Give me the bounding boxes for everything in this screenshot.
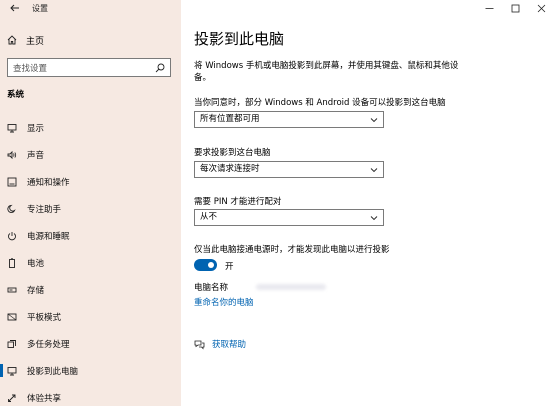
pc-name-value-blurred — [256, 284, 326, 290]
sidebar-item-label: 平板模式 — [27, 312, 62, 323]
sidebar-item-project-to-pc[interactable]: 投影到此电脑 — [0, 357, 181, 384]
sidebar-item-label: 体验共享 — [27, 393, 62, 404]
sound-icon — [7, 150, 17, 159]
chevron-down-icon — [370, 168, 378, 173]
sidebar-item-label: 存储 — [27, 285, 45, 296]
request-value: 每次请求连接时 — [200, 164, 260, 174]
get-help-label: 获取帮助 — [212, 340, 247, 350]
home-link[interactable]: 主页 — [7, 32, 44, 48]
setting-availability-label: 当你同意时，部分 Windows 和 Android 设备可以投影到这台电脑 — [194, 98, 446, 108]
sidebar-item-power[interactable]: 电源和睡眠 — [0, 222, 181, 249]
battery-icon — [9, 257, 15, 268]
setting-request-label: 要求投影到这台电脑 — [194, 148, 271, 158]
sidebar-item-label: 专注助手 — [27, 204, 62, 215]
close-button[interactable] — [528, 0, 554, 16]
toggle-knob — [208, 262, 214, 268]
shared-experience-icon — [8, 394, 16, 402]
rename-pc-link[interactable]: 重命名你的电脑 — [194, 296, 254, 308]
page-description: 将 Windows 手机或电脑投影到此屏幕，并使用其键盘、鼠标和其他设备。 — [194, 61, 459, 83]
minimize-icon — [485, 7, 493, 9]
sidebar-item-label: 电池 — [27, 258, 45, 269]
sidebar-item-display[interactable]: 显示 — [0, 114, 181, 141]
sidebar-item-label: 显示 — [27, 123, 45, 134]
notification-icon — [7, 177, 17, 186]
toggle-state-label: 开 — [225, 262, 234, 272]
setting-pin-label: 需要 PIN 才能进行配对 — [194, 197, 282, 207]
help-chat-icon — [194, 340, 205, 349]
sidebar-nav: 显示 声音 通知和操作 专注助手 电源和睡眠 电池 存储 平板模式 多任务处理 … — [0, 114, 181, 406]
power-icon — [8, 231, 16, 240]
home-icon — [7, 35, 17, 45]
maximize-icon — [511, 4, 519, 12]
minimize-button[interactable] — [476, 0, 502, 16]
setting-power-only-label: 仅当此电脑接通电源时，才能发现此电脑以进行投影 — [194, 245, 390, 255]
sidebar-item-focus-assist[interactable]: 专注助手 — [0, 195, 181, 222]
display-icon — [7, 123, 17, 132]
sidebar-item-label: 声音 — [27, 150, 45, 161]
pin-dropdown[interactable]: 从不 — [194, 209, 384, 226]
sidebar: 设置 主页 查找设置 系统 显示 声音 通知和操作 专注助手 电源和睡眠 电池 … — [0, 0, 181, 406]
back-arrow-icon[interactable] — [9, 2, 21, 14]
chevron-down-icon — [370, 118, 378, 123]
search-placeholder: 查找设置 — [13, 64, 48, 74]
sidebar-item-multitasking[interactable]: 多任务处理 — [0, 330, 181, 357]
page-title: 投影到此电脑 — [194, 30, 285, 48]
pc-name-label: 电脑名称 — [194, 283, 229, 293]
sidebar-item-shared-experiences[interactable]: 体验共享 — [0, 384, 181, 406]
sidebar-item-notifications[interactable]: 通知和操作 — [0, 168, 181, 195]
get-help-link[interactable]: 获取帮助 — [194, 338, 246, 350]
search-icon[interactable] — [155, 63, 165, 73]
sidebar-item-storage[interactable]: 存储 — [0, 276, 181, 303]
availability-value: 所有位置都可用 — [200, 114, 260, 124]
pin-value: 从不 — [200, 212, 218, 222]
maximize-button[interactable] — [502, 0, 528, 16]
search-input[interactable]: 查找设置 — [7, 58, 171, 77]
window-title: 设置 — [32, 4, 48, 13]
sidebar-item-label: 投影到此电脑 — [27, 366, 79, 377]
request-dropdown[interactable]: 每次请求连接时 — [194, 161, 384, 178]
sidebar-item-label: 通知和操作 — [27, 177, 70, 188]
project-icon — [7, 366, 17, 375]
close-icon — [537, 4, 545, 12]
multitask-icon — [7, 339, 16, 348]
tablet-icon — [7, 313, 17, 320]
home-label: 主页 — [26, 36, 45, 47]
sidebar-item-label: 多任务处理 — [27, 339, 70, 350]
sidebar-item-label: 电源和睡眠 — [27, 231, 70, 242]
power-only-toggle[interactable] — [194, 259, 217, 271]
availability-dropdown[interactable]: 所有位置都可用 — [194, 111, 384, 128]
storage-icon — [7, 287, 17, 292]
chevron-down-icon — [370, 216, 378, 221]
focus-assist-icon — [7, 204, 16, 213]
section-title-system: 系统 — [7, 90, 25, 100]
sidebar-item-tablet-mode[interactable]: 平板模式 — [0, 303, 181, 330]
sidebar-item-sound[interactable]: 声音 — [0, 141, 181, 168]
sidebar-item-battery[interactable]: 电池 — [0, 249, 181, 276]
window-controls — [476, 0, 554, 16]
